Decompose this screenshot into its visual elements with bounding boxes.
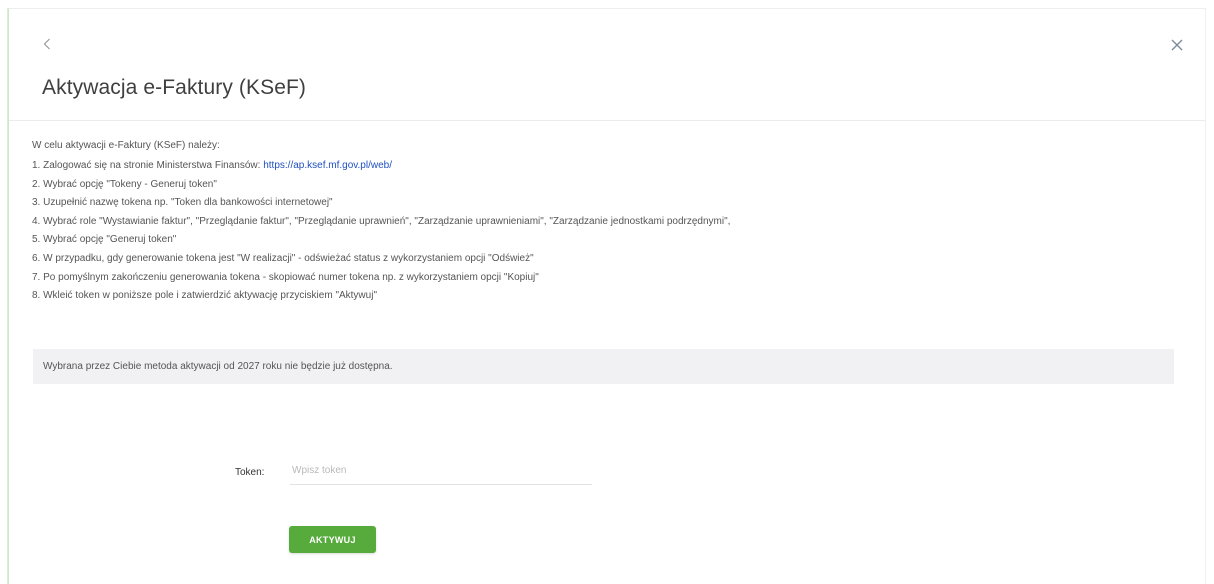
instruction-step-6: 6. W przypadku, gdy generowanie tokena j… xyxy=(32,252,534,264)
chevron-left-icon xyxy=(43,38,50,50)
instruction-step-4: 4. Wybrać role "Wystawianie faktur", "Pr… xyxy=(32,215,731,227)
close-button[interactable] xyxy=(1167,35,1187,55)
instruction-step-5: 5. Wybrać opcję "Generuj token" xyxy=(32,234,177,246)
activate-button[interactable]: AKTYWUJ xyxy=(289,526,376,553)
instructions-list: 1. Zalogować się na stronie Ministerstwa… xyxy=(32,160,1182,301)
token-label: Token: xyxy=(235,467,265,478)
panel-header: Aktywacja e-Faktury (KSeF) xyxy=(9,9,1205,121)
instruction-step-2: 2. Wybrać opcję "Tokeny - Generuj token" xyxy=(32,178,217,190)
instructions-section: W celu aktywacji e-Faktury (KSeF) należy… xyxy=(32,140,1182,309)
instructions-intro: W celu aktywacji e-Faktury (KSeF) należy… xyxy=(32,140,220,151)
token-input[interactable] xyxy=(290,457,592,485)
back-button[interactable] xyxy=(37,33,57,55)
instruction-step-8: 8. Wkleić token w poniższe pole i zatwie… xyxy=(32,290,377,302)
page-title: Aktywacja e-Faktury (KSeF) xyxy=(42,76,306,99)
ksef-login-link[interactable]: https://ap.ksef.mf.gov.pl/web/ xyxy=(263,160,392,171)
notice-text: Wybrana przez Ciebie metoda aktywacji od… xyxy=(43,361,393,372)
deprecation-notice: Wybrana przez Ciebie metoda aktywacji od… xyxy=(33,349,1174,384)
close-icon xyxy=(1171,39,1183,51)
instruction-step-7: 7. Po pomyślnym zakończeniu generowania … xyxy=(32,271,539,283)
instruction-step-3: 3. Uzupełnić nazwę tokena np. "Token dla… xyxy=(32,197,333,209)
instruction-step-1: 1. Zalogować się na stronie Ministerstwa… xyxy=(32,160,392,171)
